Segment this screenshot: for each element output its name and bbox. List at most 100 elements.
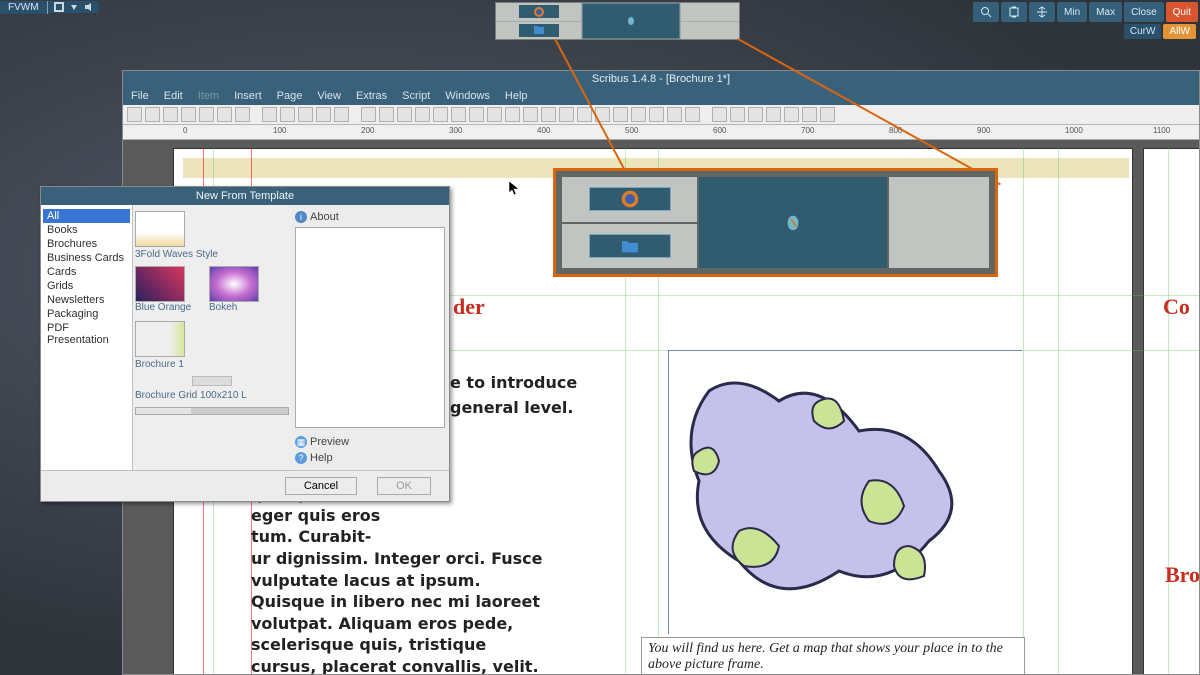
tool-copyprops-icon[interactable]	[667, 107, 682, 122]
tool-shape-icon[interactable]	[451, 107, 466, 122]
tool-undo-icon[interactable]	[262, 107, 277, 122]
scribus-task-icon[interactable]	[699, 177, 887, 268]
firefox-task-icon[interactable]	[589, 187, 671, 211]
max-button[interactable]: Max	[1089, 2, 1122, 22]
cat-books[interactable]: Books	[43, 223, 130, 237]
files-task-icon[interactable]	[589, 234, 671, 258]
menu-windows[interactable]: Windows	[445, 90, 490, 102]
scrollbar-thumb[interactable]	[192, 376, 232, 386]
tool-render-icon[interactable]	[415, 107, 430, 122]
tool-imageframe-icon[interactable]	[397, 107, 412, 122]
volume-icon[interactable]	[84, 2, 94, 12]
tool-close-icon[interactable]	[181, 107, 196, 122]
menu-script[interactable]: Script	[402, 90, 430, 102]
tool-open-icon[interactable]	[145, 107, 160, 122]
move-button[interactable]	[1029, 2, 1055, 22]
pager-zoom	[553, 168, 998, 277]
menu-view[interactable]: View	[317, 90, 341, 102]
tool-print-icon[interactable]	[199, 107, 214, 122]
tool-save-icon[interactable]	[163, 107, 178, 122]
tool-pdf2-icon[interactable]	[730, 107, 745, 122]
tool-polygon-icon[interactable]	[469, 107, 484, 122]
cat-cards[interactable]: Cards	[43, 265, 130, 279]
tool-bezier-icon[interactable]	[505, 107, 520, 122]
menu-file[interactable]: File	[131, 90, 149, 102]
template-label: 3Fold Waves Style	[135, 249, 289, 260]
tool-new-icon[interactable]	[127, 107, 142, 122]
scribus-mini-icon[interactable]	[582, 3, 680, 39]
mouse-cursor-icon	[508, 180, 520, 196]
tool-pdf7-icon[interactable]	[820, 107, 835, 122]
tool-freehand-icon[interactable]	[523, 107, 538, 122]
tool-pdf5-icon[interactable]	[784, 107, 799, 122]
cat-business-cards[interactable]: Business Cards	[43, 251, 130, 265]
cat-pdf-presentation[interactable]: PDF Presentation	[43, 321, 130, 347]
preview-section: ▦Preview	[295, 434, 445, 450]
help-section[interactable]: ?Help	[295, 450, 445, 466]
menu-extras[interactable]: Extras	[356, 90, 387, 102]
tool-zoom-icon[interactable]	[559, 107, 574, 122]
template-categories[interactable]: All Books Brochures Business Cards Cards…	[41, 205, 133, 470]
allw-button[interactable]: AllW	[1163, 24, 1196, 39]
curw-button[interactable]: CurW	[1124, 24, 1162, 39]
tool-measure-icon[interactable]	[649, 107, 664, 122]
menu-help[interactable]: Help	[505, 90, 528, 102]
tool-pdf3-icon[interactable]	[748, 107, 763, 122]
template-thumb[interactable]	[135, 321, 185, 357]
template-thumb[interactable]	[209, 266, 259, 302]
expand-button[interactable]	[1001, 2, 1027, 22]
tool-pdf-icon[interactable]	[235, 107, 250, 122]
pager-mini[interactable]	[495, 2, 740, 40]
tool-pdf1-icon[interactable]	[712, 107, 727, 122]
menu-bar[interactable]: File Edit Item Insert Page View Extras S…	[123, 87, 1199, 105]
tool-pdf6-icon[interactable]	[802, 107, 817, 122]
menu-insert[interactable]: Insert	[234, 90, 262, 102]
tool-preflight-icon[interactable]	[217, 107, 232, 122]
min-button[interactable]: Min	[1057, 2, 1087, 22]
template-label: Bokeh	[209, 302, 275, 313]
tool-unlink-icon[interactable]	[631, 107, 646, 122]
tool-select-icon[interactable]	[361, 107, 376, 122]
tool-pdf4-icon[interactable]	[766, 107, 781, 122]
ok-button[interactable]: OK	[377, 477, 431, 495]
europe-map-icon	[669, 351, 1023, 635]
cat-grids[interactable]: Grids	[43, 279, 130, 293]
dialog-title: New From Template	[41, 187, 449, 205]
tool-redo-icon[interactable]	[280, 107, 295, 122]
tool-eyedrop-icon[interactable]	[685, 107, 700, 122]
dropdown-icon[interactable]	[69, 2, 79, 12]
fvwm-menu[interactable]: FVWM	[0, 1, 48, 14]
files-mini-icon[interactable]	[519, 24, 559, 37]
menu-edit[interactable]: Edit	[164, 90, 183, 102]
cat-all[interactable]: All	[43, 209, 130, 223]
about-box	[295, 227, 445, 428]
cat-newsletters[interactable]: Newsletters	[43, 293, 130, 307]
tool-link-icon[interactable]	[613, 107, 628, 122]
scrollbar-horizontal[interactable]	[135, 407, 289, 415]
menu-page[interactable]: Page	[277, 90, 303, 102]
menu-item[interactable]: Item	[198, 90, 219, 102]
cat-packaging[interactable]: Packaging	[43, 307, 130, 321]
template-thumb[interactable]	[135, 266, 185, 302]
quit-button[interactable]: Quit	[1166, 2, 1198, 22]
template-thumb[interactable]	[135, 211, 185, 247]
tool-cut-icon[interactable]	[298, 107, 313, 122]
tool-rotate-icon[interactable]	[541, 107, 556, 122]
tool-edittext-icon[interactable]	[577, 107, 592, 122]
toolbar[interactable]	[123, 105, 1199, 125]
cancel-button[interactable]: Cancel	[285, 477, 357, 495]
close-button[interactable]: Close	[1124, 2, 1164, 22]
template-list[interactable]: 3Fold Waves Style Blue Orange Bokeh Broc…	[133, 205, 291, 470]
tool-paste-icon[interactable]	[334, 107, 349, 122]
tool-textframe-icon[interactable]	[379, 107, 394, 122]
map-frame[interactable]	[668, 350, 1022, 634]
cat-brochures[interactable]: Brochures	[43, 237, 130, 251]
tool-line-icon[interactable]	[487, 107, 502, 122]
info-icon: i	[295, 211, 307, 223]
tool-table-icon[interactable]	[433, 107, 448, 122]
search-button[interactable]	[973, 2, 999, 22]
notes-icon[interactable]	[54, 2, 64, 12]
firefox-mini-icon[interactable]	[519, 5, 559, 18]
new-from-template-dialog: New From Template All Books Brochures Bu…	[40, 186, 450, 502]
tool-copy-icon[interactable]	[316, 107, 331, 122]
